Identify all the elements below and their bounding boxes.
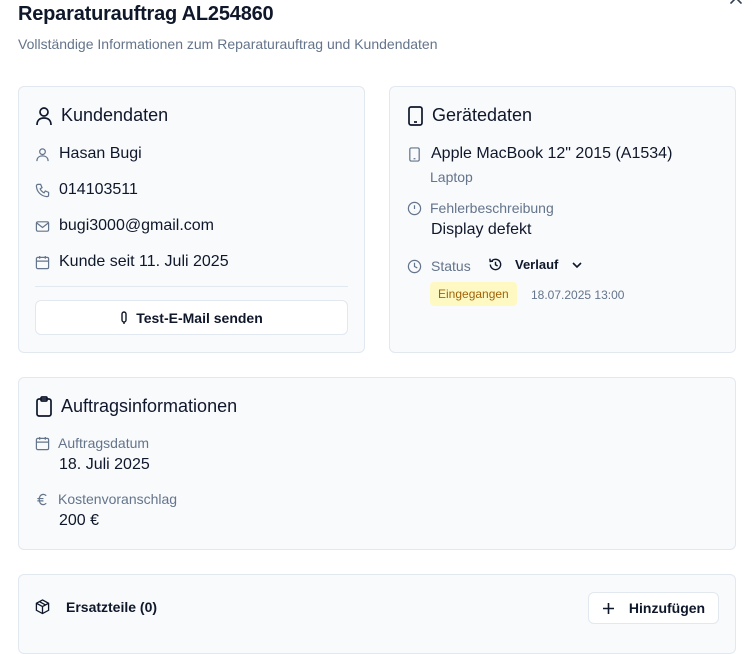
device-model: Apple MacBook 12" 2015 (A1534) — [431, 145, 673, 162]
close-icon[interactable] — [728, 0, 744, 6]
customer-name-row: Hasan Bugi — [35, 145, 142, 163]
device-model-row: Apple MacBook 12" 2015 (A1534) — [407, 145, 672, 163]
customer-card-title: Kundendaten — [35, 105, 168, 126]
customer-since: Kunde seit 11. Juli 2025 — [59, 253, 229, 270]
order-date-block: Auftragsdatum 18. Juli 2025 — [35, 435, 150, 474]
mail-icon — [35, 220, 50, 232]
customer-email: bugi3000@gmail.com — [59, 217, 214, 234]
fault-block: Fehlerbeschreibung Display defekt — [407, 200, 554, 239]
phone-icon — [35, 183, 50, 197]
smartphone-icon — [409, 146, 420, 162]
customer-phone: 014103511 — [59, 181, 138, 198]
device-heading: Gerätedaten — [432, 105, 533, 125]
fault-label: Fehlerbeschreibung — [430, 200, 554, 216]
fault-value: Display defekt — [431, 221, 532, 238]
test-email-label: Test-E-Mail senden — [136, 309, 263, 326]
order-heading: Auftragsinformationen — [61, 396, 238, 416]
thermometer-icon — [121, 310, 127, 324]
plus-icon — [602, 602, 614, 614]
status-label: Status — [431, 258, 471, 274]
add-part-label: Hinzufügen — [628, 600, 706, 616]
estimate-block: Kostenvoranschlag 200 € — [35, 491, 177, 530]
status-timestamp: 18.07.2025 13:00 — [531, 288, 625, 302]
customer-phone-row: 014103511 — [35, 181, 138, 199]
dialog-subtitle: Vollständige Informationen zum Reparatur… — [18, 36, 438, 52]
estimate-value: 200 € — [59, 512, 100, 529]
smartphone-icon — [408, 105, 423, 126]
customer-name: Hasan Bugi — [59, 145, 142, 162]
order-date-value: 18. Juli 2025 — [59, 456, 150, 473]
customer-divider — [35, 286, 348, 287]
order-card-title: Auftragsinformationen — [35, 396, 237, 417]
history-icon — [489, 258, 502, 271]
customer-since-row: Kunde seit 11. Juli 2025 — [35, 253, 229, 271]
order-date-label: Auftragsdatum — [58, 435, 150, 451]
device-type: Laptop — [430, 169, 473, 185]
status-badge: Eingegangen — [430, 282, 517, 306]
parts-heading: Ersatzteile (0) — [66, 599, 158, 615]
customer-heading: Kundendaten — [61, 105, 169, 125]
parts-heading-row: Ersatzteile (0) — [35, 599, 157, 615]
clipboard-icon — [36, 396, 52, 417]
status-row: Status — [407, 258, 471, 274]
history-button[interactable]: Verlauf — [488, 257, 592, 272]
euro-icon — [37, 493, 47, 505]
estimate-label: Kostenvoranschlag — [58, 491, 178, 507]
history-label: Verlauf — [515, 257, 559, 272]
device-card-title: Gerätedaten — [407, 105, 532, 126]
chevron-down-icon — [572, 261, 582, 268]
add-part-button[interactable]: Hinzufügen — [588, 592, 719, 624]
customer-email-row: bugi3000@gmail.com — [35, 217, 214, 235]
calendar-icon — [35, 255, 50, 269]
clock-icon — [407, 259, 422, 273]
user-icon — [36, 147, 49, 161]
test-email-button[interactable]: Test-E-Mail senden — [35, 300, 348, 335]
dialog-title: Reparaturauftrag AL254860 — [18, 3, 274, 25]
package-icon — [35, 599, 50, 615]
alert-circle-icon — [407, 201, 422, 215]
user-icon — [36, 106, 52, 125]
calendar-icon — [35, 436, 50, 450]
